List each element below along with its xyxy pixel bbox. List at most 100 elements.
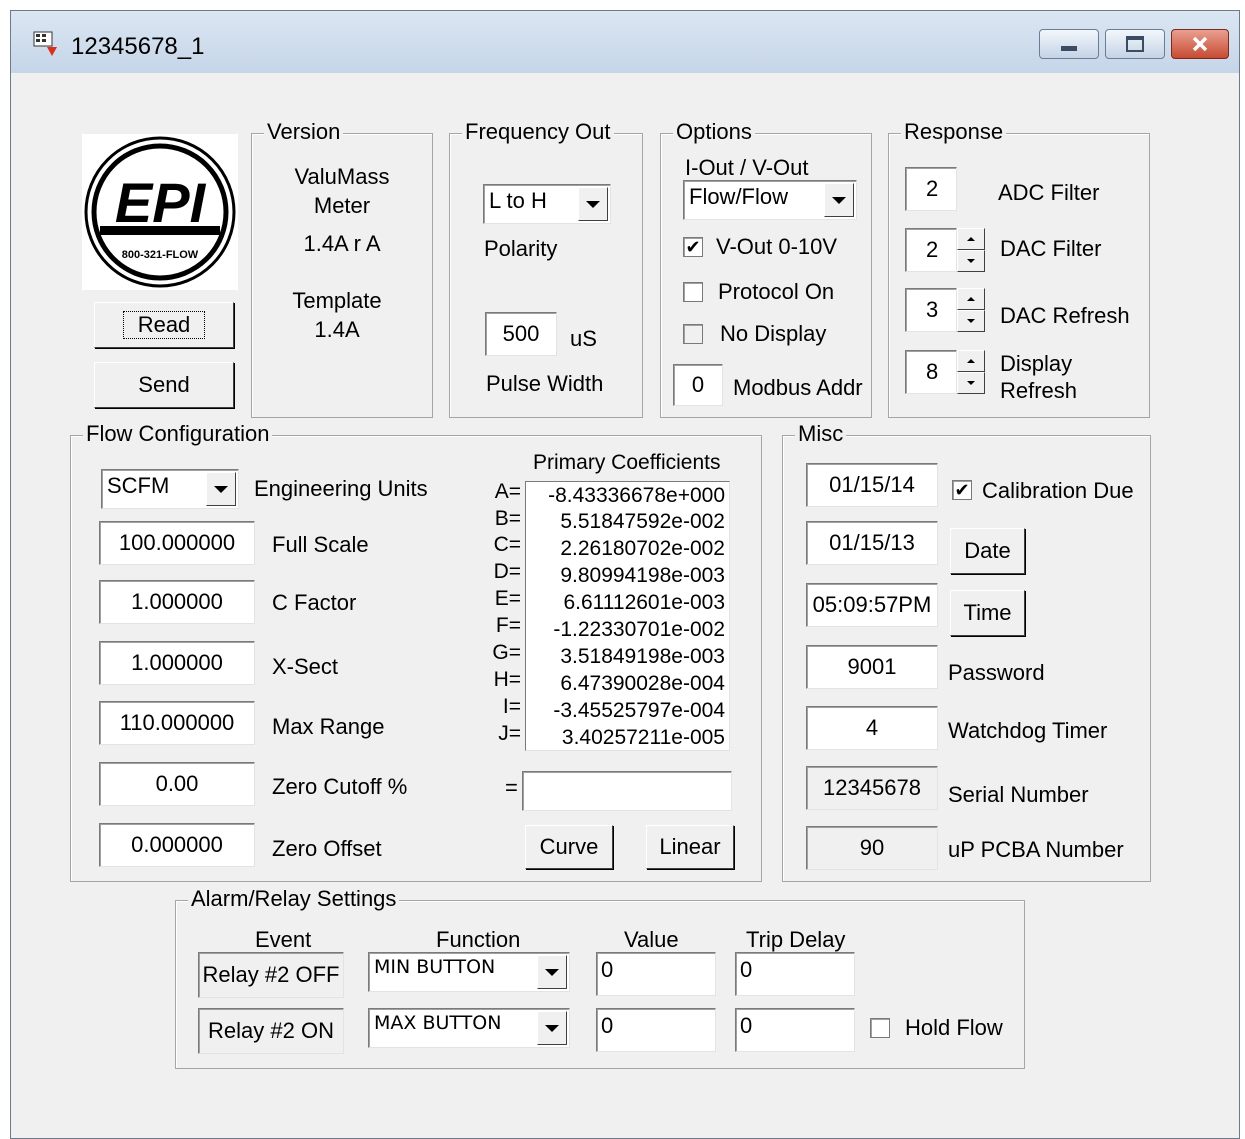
chevron-down-icon[interactable] — [578, 187, 608, 221]
curve-button[interactable]: Curve — [525, 825, 613, 869]
value-input[interactable]: 0 — [596, 952, 716, 996]
watchdog-timer-input[interactable]: 4 — [806, 706, 938, 750]
close-icon — [1192, 36, 1208, 52]
dac-filter-input[interactable]: 2 — [905, 228, 957, 272]
function-select[interactable]: MIN BUTTON — [368, 952, 570, 992]
chevron-down-icon[interactable] — [537, 1011, 567, 1045]
dac-refresh-spinner[interactable] — [957, 288, 985, 332]
zero-offset-input[interactable]: 0.000000 — [99, 823, 255, 867]
close-button[interactable] — [1171, 29, 1229, 59]
dac-refresh-input[interactable]: 3 — [905, 288, 957, 332]
function-column-header: Function — [436, 927, 521, 952]
spin-down-icon[interactable] — [957, 372, 985, 394]
max-range-input[interactable]: 110.000000 — [99, 701, 255, 745]
vout-checkbox[interactable]: ✔ — [683, 237, 703, 257]
iout-vout-label: I-Out / V-Out — [685, 155, 809, 180]
iout-vout-value: Flow/Flow — [689, 184, 789, 209]
chevron-down-icon[interactable] — [206, 472, 236, 506]
engineering-units-label: Engineering Units — [254, 476, 428, 501]
trip-delay-input[interactable]: 0 — [735, 952, 855, 996]
maximize-button[interactable] — [1105, 29, 1165, 59]
trip-delay-input[interactable]: 0 — [735, 1008, 855, 1052]
chevron-down-icon[interactable] — [537, 955, 567, 989]
hold-flow-label: Hold Flow — [905, 1015, 1003, 1040]
protocol-on-checkbox[interactable] — [683, 282, 703, 302]
frequency-out-title: Frequency Out — [462, 119, 614, 145]
coefficient-list[interactable]: -8.43336678e+000 5.51847592e-002 2.26180… — [525, 481, 730, 751]
display-refresh-input[interactable]: 8 — [905, 350, 957, 394]
function-value: MAX BUTTON — [374, 1012, 502, 1034]
iout-vout-select[interactable]: Flow/Flow — [683, 180, 857, 220]
adc-filter-input[interactable]: 2 — [905, 167, 957, 211]
coef-value[interactable]: 3.40257211e-005 — [525, 724, 725, 751]
coef-value[interactable]: 6.47390028e-004 — [525, 670, 725, 697]
date-button[interactable]: Date — [950, 528, 1025, 574]
no-display-label: No Display — [720, 321, 827, 346]
coef-value[interactable]: -1.22330701e-002 — [525, 616, 725, 643]
minimize-icon — [1061, 45, 1077, 51]
c-factor-input[interactable]: 1.000000 — [99, 580, 255, 624]
coef-value[interactable]: 6.61112601e-003 — [525, 589, 725, 616]
equals-label: = — [505, 775, 518, 800]
coef-value[interactable]: -3.45525797e-004 — [525, 697, 725, 724]
polarity-value: L to H — [489, 188, 547, 213]
zero-cutoff-input[interactable]: 0.00 — [99, 762, 255, 806]
modbus-addr-input[interactable]: 0 — [673, 364, 723, 406]
coef-value[interactable]: 5.51847592e-002 — [525, 508, 725, 535]
epi-logo: EPI 800-321-FLOW — [84, 136, 236, 288]
hold-flow-checkbox[interactable] — [870, 1018, 890, 1038]
password-label: Password — [948, 660, 1045, 685]
pcba-number-field: 90 — [806, 826, 938, 870]
coef-key: E= — [494, 587, 521, 610]
coefficient-edit-input[interactable] — [522, 771, 732, 811]
coef-key: G= — [492, 641, 521, 664]
calibration-due-input[interactable]: 01/15/14 — [806, 463, 938, 507]
check-icon: ✔ — [954, 480, 970, 500]
read-button-label: Read — [122, 311, 206, 339]
event-column-header: Event — [255, 927, 312, 952]
product-name-line1: ValuMass — [294, 164, 390, 189]
send-button[interactable]: Send — [94, 362, 234, 408]
function-select[interactable]: MAX BUTTON — [368, 1008, 570, 1048]
engineering-units-value: SCFM — [107, 473, 170, 498]
coef-value[interactable]: 2.26180702e-002 — [525, 535, 725, 562]
vout-label: V-Out 0-10V — [716, 234, 838, 259]
chevron-down-icon[interactable] — [824, 183, 854, 217]
date-input[interactable]: 01/15/13 — [806, 521, 938, 565]
spin-up-icon[interactable] — [957, 228, 985, 250]
calibration-due-checkbox[interactable]: ✔ — [952, 480, 972, 500]
max-range-label: Max Range — [272, 714, 385, 739]
read-button[interactable]: Read — [94, 302, 234, 348]
time-input[interactable]: 05:09:57PM — [806, 583, 938, 627]
full-scale-label: Full Scale — [272, 532, 369, 557]
full-scale-input[interactable]: 100.000000 — [99, 521, 255, 565]
minimize-button[interactable] — [1039, 29, 1099, 59]
polarity-select[interactable]: L to H — [483, 184, 611, 224]
spin-down-icon[interactable] — [957, 250, 985, 272]
dac-filter-spinner[interactable] — [957, 228, 985, 272]
coef-value[interactable]: 9.80994198e-003 — [525, 562, 725, 589]
calibration-due-label: Calibration Due — [982, 478, 1134, 503]
template-label: Template — [292, 288, 382, 313]
title-bar[interactable]: 12345678_1 — [11, 11, 1239, 73]
spin-up-icon[interactable] — [957, 350, 985, 372]
spin-up-icon[interactable] — [957, 288, 985, 310]
value-input[interactable]: 0 — [596, 1008, 716, 1052]
engineering-units-select[interactable]: SCFM — [101, 469, 239, 509]
time-button[interactable]: Time — [950, 590, 1025, 636]
flow-configuration-title: Flow Configuration — [83, 421, 273, 447]
password-input[interactable]: 9001 — [806, 645, 938, 689]
linear-button-label: Linear — [659, 834, 721, 859]
coef-value[interactable]: -8.43336678e+000 — [525, 482, 725, 509]
coef-value[interactable]: 3.51849198e-003 — [525, 643, 725, 670]
adc-filter-text: ADC Filter — [998, 180, 1100, 205]
pulse-width-input[interactable]: 500 — [485, 312, 557, 356]
response-title: Response — [901, 119, 1007, 145]
spin-down-icon[interactable] — [957, 310, 985, 332]
linear-button[interactable]: Linear — [646, 825, 734, 869]
no-display-checkbox[interactable] — [683, 324, 703, 344]
maximize-icon — [1126, 36, 1144, 52]
x-sect-input[interactable]: 1.000000 — [99, 641, 255, 685]
display-refresh-spinner[interactable] — [957, 350, 985, 394]
date-button-label: Date — [964, 538, 1011, 563]
